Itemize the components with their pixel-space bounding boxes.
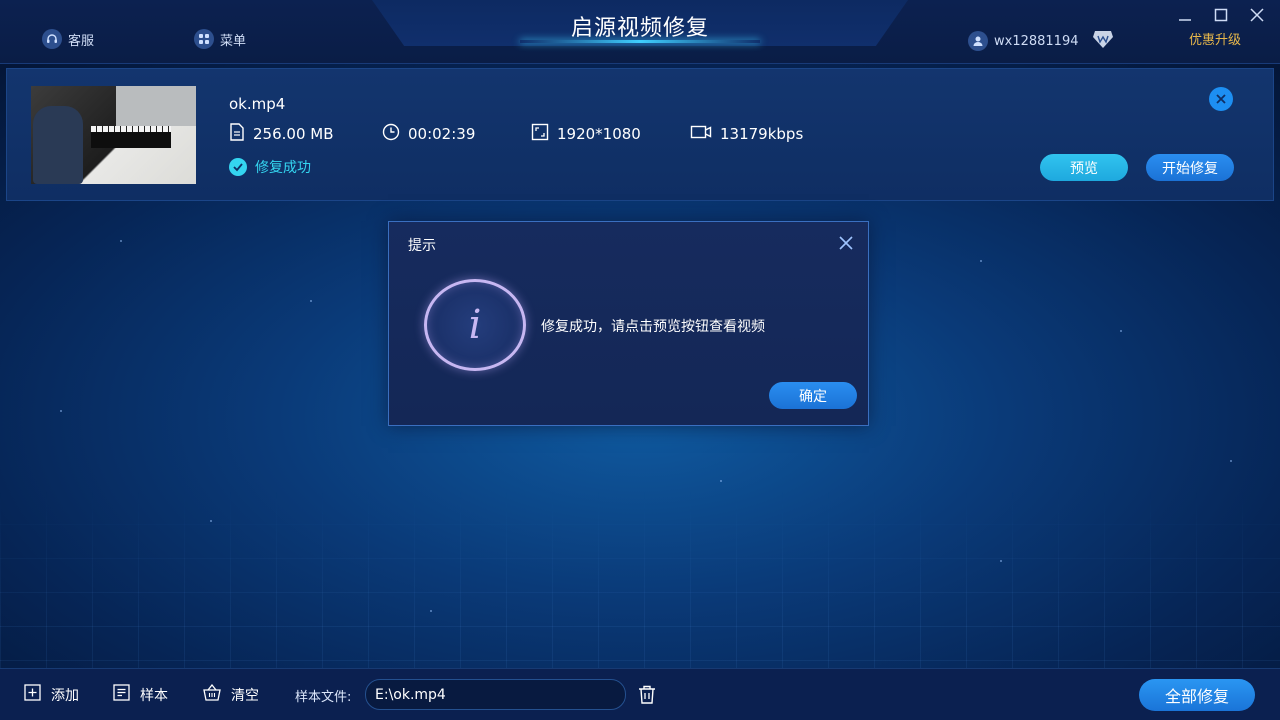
file-size-value: 256.00 MB — [253, 125, 334, 143]
check-circle-icon — [229, 158, 247, 176]
add-icon — [24, 684, 41, 705]
upgrade-label: 优惠升级 — [1189, 29, 1241, 48]
username: wx12881194 — [994, 34, 1079, 49]
video-thumbnail[interactable] — [31, 86, 196, 184]
bottom-bar: 添加 样本 清空 样本文件: E:\ok.mp4 全部修复 — [0, 668, 1280, 720]
file-card: ok.mp4 256.00 MB 00:02:39 1920*1080 1317… — [6, 68, 1274, 201]
remove-file-icon[interactable] — [1209, 87, 1233, 111]
minimize-icon[interactable] — [1174, 6, 1196, 24]
menu-button[interactable]: 菜单 — [194, 29, 246, 49]
sample-file-input[interactable]: E:\ok.mp4 — [365, 679, 626, 710]
dialog-title: 提示 — [408, 235, 436, 255]
clear-label: 清空 — [231, 685, 259, 705]
ok-button[interactable]: 确定 — [769, 382, 857, 409]
resolution-icon — [531, 123, 549, 145]
file-bitrate: 13179kbps — [690, 123, 803, 145]
user-account[interactable]: wx12881194 — [968, 29, 1115, 53]
file-duration: 00:02:39 — [382, 123, 475, 145]
support-label: 客服 — [68, 30, 94, 49]
menu-label: 菜单 — [220, 30, 246, 49]
info-dialog: 提示 i 修复成功，请点击预览按钮查看视频 确定 — [388, 221, 869, 426]
add-label: 添加 — [51, 685, 79, 705]
repair-all-button[interactable]: 全部修复 — [1139, 679, 1255, 711]
file-resolution-value: 1920*1080 — [557, 125, 641, 143]
file-icon — [229, 123, 245, 145]
headset-icon — [42, 29, 62, 49]
title-bar: 启源视频修复 客服 菜单 wx12881194 优惠升级 — [0, 0, 1280, 64]
file-name: ok.mp4 — [229, 95, 285, 113]
grid-menu-icon — [194, 29, 214, 49]
basket-icon — [203, 684, 221, 705]
clock-icon — [382, 123, 400, 145]
vip-badge-icon — [1091, 29, 1115, 53]
preview-button[interactable]: 预览 — [1040, 154, 1128, 181]
info-icon: i — [424, 279, 526, 371]
add-button[interactable]: 添加 — [24, 684, 79, 705]
sample-button[interactable]: 样本 — [113, 684, 168, 705]
close-window-icon[interactable] — [1246, 6, 1268, 24]
file-duration-value: 00:02:39 — [408, 125, 475, 143]
clear-button[interactable]: 清空 — [203, 684, 259, 705]
dialog-message: 修复成功，请点击预览按钮查看视频 — [541, 316, 765, 336]
sample-file-label: 样本文件: — [295, 686, 351, 705]
trash-icon[interactable] — [638, 685, 656, 708]
window-controls — [1174, 6, 1268, 24]
upgrade-button[interactable]: 优惠升级 — [1189, 29, 1241, 48]
repair-status-label: 修复成功 — [255, 157, 311, 177]
file-size: 256.00 MB — [229, 123, 334, 145]
support-button[interactable]: 客服 — [42, 29, 94, 49]
sample-icon — [113, 684, 130, 705]
sample-label: 样本 — [140, 685, 168, 705]
file-bitrate-value: 13179kbps — [720, 125, 803, 143]
repair-status: 修复成功 — [229, 157, 311, 177]
file-resolution: 1920*1080 — [531, 123, 641, 145]
user-icon — [968, 31, 988, 51]
start-repair-button[interactable]: 开始修复 — [1146, 154, 1234, 181]
video-camera-icon — [690, 123, 712, 145]
maximize-icon[interactable] — [1210, 6, 1232, 24]
dialog-close-icon[interactable] — [836, 233, 856, 253]
